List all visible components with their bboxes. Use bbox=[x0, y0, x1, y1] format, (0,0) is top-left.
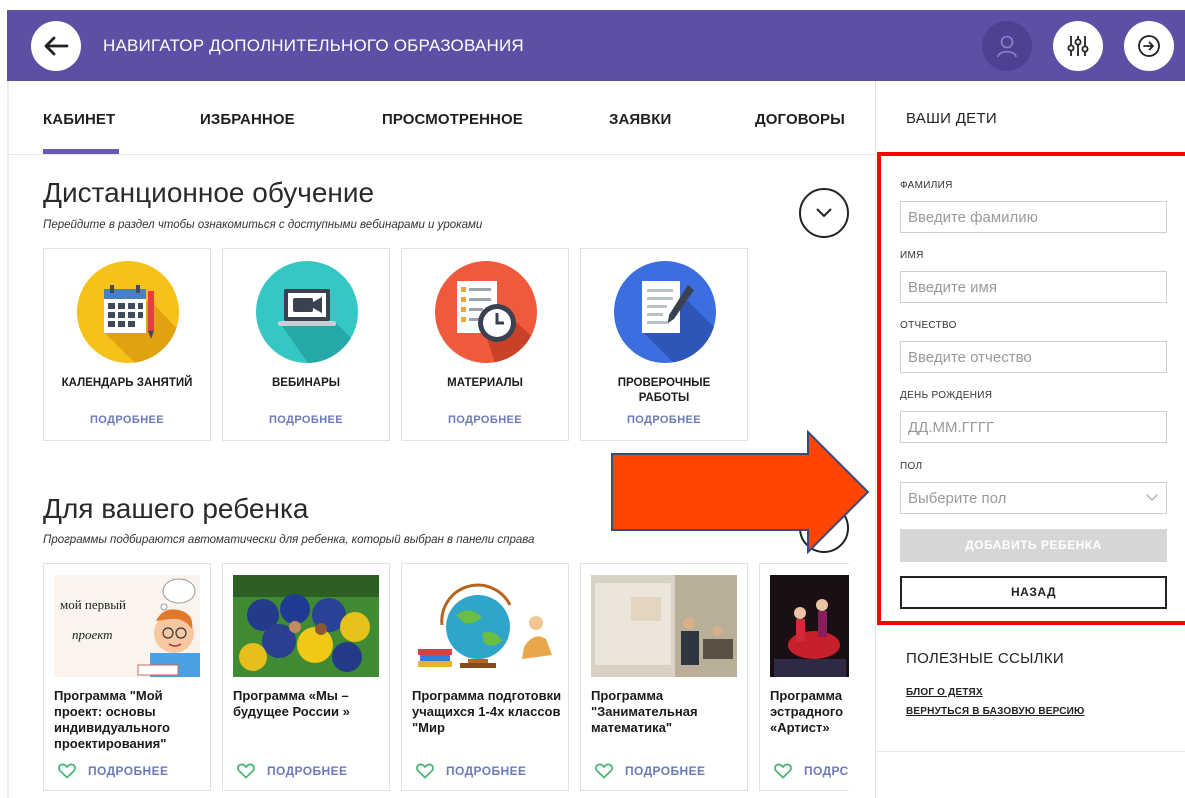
tab-applications[interactable]: ЗАЯВКИ bbox=[609, 111, 671, 128]
birthday-input[interactable] bbox=[900, 411, 1167, 443]
program-title: Программа эстрадного «Артист» bbox=[770, 688, 844, 735]
materials-card[interactable]: МАТЕРИАЛЫ ПОДРОБНЕЕ bbox=[401, 248, 569, 441]
heart-icon[interactable] bbox=[774, 763, 792, 779]
link-blog[interactable]: БЛОГ О ДЕТЯХ bbox=[906, 687, 983, 698]
heart-icon[interactable] bbox=[595, 763, 613, 779]
tab-contracts[interactable]: ДОГОВОРЫ bbox=[755, 111, 845, 128]
gender-label: ПОЛ bbox=[900, 461, 923, 472]
heart-icon[interactable] bbox=[58, 763, 76, 779]
exit-arrow-icon bbox=[1138, 35, 1160, 57]
child-section-title: Для вашего ребенка bbox=[43, 493, 309, 524]
heart-icon[interactable] bbox=[416, 763, 434, 779]
surname-label: ФАМИЛИЯ bbox=[900, 180, 953, 191]
program-image: мой первый проект bbox=[54, 575, 200, 677]
more-link[interactable]: ПОДРОБНЕЕ bbox=[267, 764, 347, 778]
distance-section-title: Дистанционное обучение bbox=[43, 177, 375, 208]
back-form-button[interactable]: НАЗАД bbox=[900, 576, 1167, 609]
user-icon bbox=[997, 35, 1017, 58]
materials-clock-icon bbox=[435, 261, 537, 363]
surname-input[interactable] bbox=[900, 201, 1167, 233]
more-link[interactable]: ПОДРОБНЕЕ bbox=[88, 764, 168, 778]
calendar-icon bbox=[77, 261, 179, 363]
program-footer: ПОДРОБНЕЕ bbox=[595, 763, 705, 779]
program-card[interactable]: мой первый проект Программа "Мой проект:… bbox=[43, 563, 211, 791]
tab-viewed[interactable]: ПРОСМОТРЕННОЕ bbox=[382, 111, 523, 128]
children-panel-title: ВАШИ ДЕТИ bbox=[906, 110, 998, 127]
program-footer: ПОДРОБНЕЕ bbox=[416, 763, 526, 779]
useful-links-title: ПОЛЕЗНЫЕ ССЫЛКИ bbox=[906, 650, 1064, 667]
program-card[interactable]: Программа «Мы – будущее России » ПОДРОБН… bbox=[222, 563, 390, 791]
program-footer: ПОДРОБНЕЕ bbox=[237, 763, 347, 779]
tab-favorites[interactable]: ИЗБРАННОЕ bbox=[200, 111, 295, 128]
program-footer: ПОДРС bbox=[774, 763, 849, 779]
program-card[interactable]: Программа "Занимательная математика" ПОД… bbox=[580, 563, 748, 791]
back-button[interactable] bbox=[31, 21, 81, 71]
calendar-card[interactable]: КАЛЕНДАРЬ ЗАНЯТИЙ ПОДРОБНЕЕ bbox=[43, 248, 211, 441]
chevron-down-icon bbox=[1146, 489, 1158, 501]
more-link[interactable]: ПОДРС bbox=[804, 764, 849, 778]
page-left-border bbox=[7, 81, 9, 798]
link-basic-version[interactable]: ВЕРНУТЬСЯ В БАЗОВУЮ ВЕРСИЮ bbox=[906, 706, 1085, 717]
child-section-subtitle: Программы подбираются автоматически для … bbox=[43, 534, 535, 546]
tests-card[interactable]: ПРОВЕРОЧНЫЕ РАБОТЫ ПОДРОБНЕЕ bbox=[580, 248, 748, 441]
card-title: МАТЕРИАЛЫ bbox=[447, 377, 523, 389]
filter-sliders-icon bbox=[1067, 36, 1089, 56]
card-title: ПРОВЕРОЧНЫЕ РАБОТЫ bbox=[617, 377, 711, 404]
name-input[interactable] bbox=[900, 271, 1167, 303]
more-link[interactable]: ПОДРОБНЕЕ bbox=[402, 414, 568, 426]
chevron-down-icon bbox=[816, 208, 832, 218]
webinar-icon bbox=[256, 261, 358, 363]
back-arrow-icon bbox=[44, 36, 69, 56]
more-link[interactable]: ПОДРОБНЕЕ bbox=[223, 414, 389, 426]
program-title: Программа подготовки учащихся 1-4х класс… bbox=[412, 688, 562, 735]
program-card[interactable]: Программа эстрадного «Артист» ПОДРС bbox=[759, 563, 849, 791]
more-link[interactable]: ПОДРОБНЕЕ bbox=[44, 414, 210, 426]
program-footer: ПОДРОБНЕЕ bbox=[58, 763, 168, 779]
cabinet-tabs: КАБИНЕТ ИЗБРАННОЕ ПРОСМОТРЕННОЕ ЗАЯВКИ Д… bbox=[9, 81, 875, 155]
patronymic-input[interactable] bbox=[900, 341, 1167, 373]
app-title: НАВИГАТОР ДОПОЛНИТЕЛЬНОГО ОБРАЗОВАНИЯ bbox=[103, 36, 524, 55]
gender-select-value: Выберите пол bbox=[908, 490, 1007, 507]
program-title: Программа "Мой проект: основы индивидуал… bbox=[54, 688, 170, 751]
name-label: ИМЯ bbox=[900, 250, 924, 261]
right-panel-divider bbox=[875, 81, 876, 798]
program-image bbox=[591, 575, 737, 677]
card-title: ВЕБИНАРЫ bbox=[271, 377, 341, 389]
user-profile-button[interactable] bbox=[982, 21, 1032, 71]
program-image bbox=[233, 575, 379, 677]
program-card[interactable]: Программа подготовки учащихся 1-4х класс… bbox=[401, 563, 569, 791]
program-image bbox=[770, 575, 849, 677]
active-tab-indicator bbox=[43, 149, 119, 154]
divider bbox=[876, 751, 1185, 752]
image-caption-2: проект bbox=[72, 627, 113, 642]
card-title: КАЛЕНДАРЬ ЗАНЯТИЙ bbox=[61, 377, 193, 389]
more-link[interactable]: ПОДРОБНЕЕ bbox=[581, 414, 747, 426]
program-title: Программа «Мы – будущее России » bbox=[233, 688, 350, 719]
program-title: Программа "Занимательная математика" bbox=[591, 688, 698, 735]
distance-collapse-toggle[interactable] bbox=[799, 188, 849, 238]
distance-section-subtitle: Перейдите в раздел чтобы ознакомиться с … bbox=[43, 219, 483, 231]
image-caption-1: мой первый bbox=[60, 597, 126, 612]
add-child-button[interactable]: ДОБАВИТЬ РЕБЕНКА bbox=[900, 529, 1167, 562]
top-navigation-bar: НАВИГАТОР ДОПОЛНИТЕЛЬНОГО ОБРАЗОВАНИЯ bbox=[7, 10, 1185, 81]
more-link[interactable]: ПОДРОБНЕЕ bbox=[446, 764, 526, 778]
annotation-arrow-icon bbox=[611, 430, 870, 554]
patronymic-label: ОТЧЕСТВО bbox=[900, 320, 957, 331]
program-image bbox=[412, 575, 558, 677]
webinars-card[interactable]: ВЕБИНАРЫ ПОДРОБНЕЕ bbox=[222, 248, 390, 441]
gender-select[interactable]: Выберите пол bbox=[900, 482, 1167, 514]
heart-icon[interactable] bbox=[237, 763, 255, 779]
filter-button[interactable] bbox=[1053, 21, 1103, 71]
more-link[interactable]: ПОДРОБНЕЕ bbox=[625, 764, 705, 778]
test-document-icon bbox=[614, 261, 716, 363]
birthday-label: ДЕНЬ РОЖДЕНИЯ bbox=[900, 390, 993, 401]
logout-button[interactable] bbox=[1124, 21, 1174, 71]
tab-cabinet[interactable]: КАБИНЕТ bbox=[43, 111, 115, 128]
